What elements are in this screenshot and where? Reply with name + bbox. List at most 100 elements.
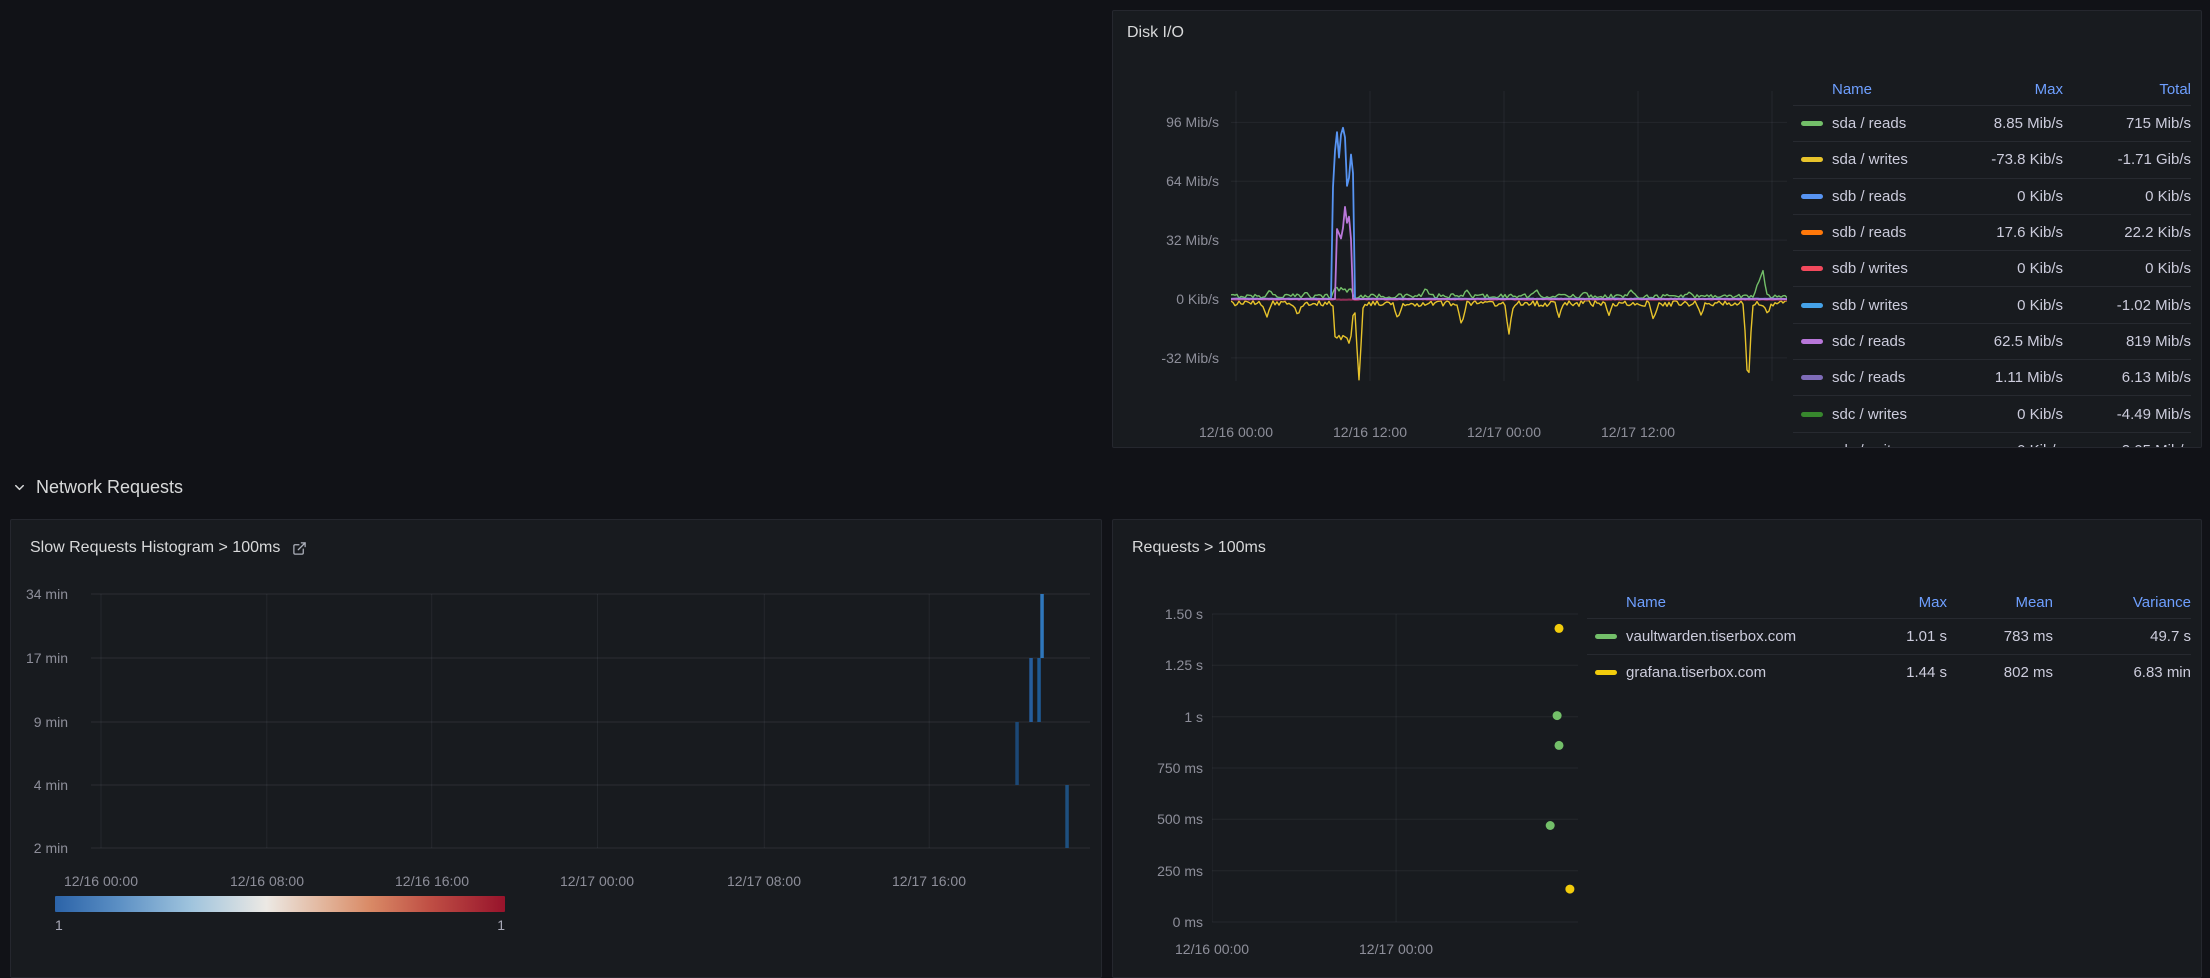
- series-color-swatch: [1801, 339, 1823, 344]
- legend-column-header[interactable]: Max: [1963, 81, 2063, 98]
- slow-requests-heatmap: [80, 586, 1101, 858]
- series-name[interactable]: sdc / reads: [1793, 333, 1963, 350]
- legend-row: sdb / reads17.6 Kib/s22.2 Kib/s: [1793, 214, 2191, 250]
- series-color-swatch: [1801, 303, 1823, 308]
- requests-legend: NameMaxMeanVariance vaultwarden.tiserbox.…: [1587, 586, 2191, 691]
- x-axis-tick-label: 12/17 00:00: [542, 872, 652, 890]
- y-axis-tick-label: 96 Mib/s: [1117, 113, 1219, 131]
- legend-value-variance: 6.83 min: [2053, 664, 2191, 681]
- x-axis-tick-label: 12/17 16:00: [874, 872, 984, 890]
- chevron-down-icon: [12, 480, 27, 495]
- row-toggle-network-requests[interactable]: Network Requests: [12, 470, 183, 504]
- y-axis-tick-label: 0 ms: [1113, 913, 1203, 931]
- scatter-point: [1555, 624, 1564, 633]
- series-color-swatch: [1801, 230, 1823, 235]
- series-name-label: grafana.tiserbox.com: [1626, 664, 1766, 681]
- series-name-label: sdb / reads: [1832, 224, 1906, 241]
- heatmap-cell: [1015, 722, 1019, 785]
- series-name[interactable]: sdb / writes: [1793, 297, 1963, 314]
- series-name-label: sdc / writes: [1832, 406, 1907, 423]
- legend-value-total: 819 Mib/s: [2063, 333, 2191, 350]
- series-name[interactable]: sdc / reads: [1793, 369, 1963, 386]
- series-name[interactable]: sda / writes: [1793, 151, 1963, 168]
- external-link-icon[interactable]: [292, 541, 307, 556]
- series-color-swatch: [1801, 412, 1823, 417]
- disk-io-legend: NameMaxTotalsda / reads8.85 Mib/s715 Mib…: [1793, 73, 2191, 448]
- series-name[interactable]: sdc / writes: [1793, 406, 1963, 423]
- series-line: [1231, 301, 1787, 380]
- color-scale-max: 1: [485, 917, 505, 933]
- series-name[interactable]: vaultwarden.tiserbox.com: [1587, 628, 1837, 645]
- panel-title-text: Requests > 100ms: [1132, 539, 1266, 557]
- legend-column-header[interactable]: Name: [1793, 81, 1963, 98]
- legend-row: sdc / reads1.11 Mib/s6.13 Mib/s: [1793, 359, 2191, 395]
- panel-title-slow-requests[interactable]: Slow Requests Histogram > 100ms: [30, 536, 307, 560]
- x-axis-tick-label: 12/17 00:00: [1341, 940, 1451, 958]
- grafana-dashboard: { "colors": { "background": "#111217", "…: [0, 0, 2210, 978]
- y-axis-tick-label: 1.25 s: [1113, 656, 1203, 674]
- panel-title-text: Disk I/O: [1127, 24, 1184, 42]
- series-color-swatch: [1801, 194, 1823, 199]
- panel-title-requests[interactable]: Requests > 100ms: [1132, 536, 1266, 560]
- legend-value-variance: 49.7 s: [2053, 628, 2191, 645]
- y-axis-tick-label: 17 min: [13, 649, 68, 667]
- legend-value-total: -1.02 Mib/s: [2063, 297, 2191, 314]
- legend-row: grafana.tiserbox.com1.44 s802 ms6.83 min: [1587, 654, 2191, 690]
- legend-value-total: -4.49 Mib/s: [2063, 406, 2191, 423]
- legend-column-header[interactable]: Name: [1587, 594, 1837, 611]
- legend-value-max: 1.11 Mib/s: [1963, 369, 2063, 386]
- y-axis-tick-label: -32 Mib/s: [1117, 349, 1219, 367]
- series-name[interactable]: sdb / reads: [1793, 224, 1963, 241]
- y-axis-tick-label: 0 Kib/s: [1117, 290, 1219, 308]
- x-axis-tick-label: 12/16 00:00: [1157, 940, 1267, 958]
- legend-value-max: 0 Kib/s: [1963, 442, 2063, 448]
- legend-column-header[interactable]: Total: [2063, 81, 2191, 98]
- series-name-label: sdb / reads: [1832, 188, 1906, 205]
- legend-value-total: -2.05 Mib/s: [2063, 442, 2191, 448]
- series-name[interactable]: sdb / writes: [1793, 260, 1963, 277]
- legend-value-max: -73.8 Kib/s: [1963, 151, 2063, 168]
- y-axis-tick-label: 500 ms: [1113, 810, 1203, 828]
- y-axis-tick-label: 4 min: [13, 776, 68, 794]
- series-name[interactable]: sdc / writes: [1793, 442, 1963, 448]
- legend-column-header[interactable]: Mean: [1947, 594, 2053, 611]
- x-axis-tick-label: 12/16 16:00: [377, 872, 487, 890]
- x-axis-tick-label: 12/16 00:00: [46, 872, 156, 890]
- series-name[interactable]: sda / reads: [1793, 115, 1963, 132]
- heatmap-cell: [1040, 594, 1044, 658]
- legend-column-header[interactable]: Variance: [2053, 594, 2191, 611]
- legend-value-max: 0 Kib/s: [1963, 406, 2063, 423]
- x-axis-tick-label: 12/17 12:00: [1583, 423, 1693, 441]
- series-name-label: sda / reads: [1832, 115, 1906, 132]
- series-name-label: sdc / reads: [1832, 333, 1905, 350]
- section-title: Network Requests: [36, 477, 183, 498]
- series-name[interactable]: grafana.tiserbox.com: [1587, 664, 1837, 681]
- series-name-label: sdb / writes: [1832, 260, 1908, 277]
- legend-column-header[interactable]: Max: [1837, 594, 1947, 611]
- x-axis-tick-label: 12/16 00:00: [1181, 423, 1291, 441]
- legend-row: sdc / reads 62.5 Mib/s819 Mib/s: [1793, 323, 2191, 359]
- series-name[interactable]: sdb / reads: [1793, 188, 1963, 205]
- x-axis-tick-label: 12/16 12:00: [1315, 423, 1425, 441]
- x-axis-tick-label: 12/17 00:00: [1449, 423, 1559, 441]
- legend-value-total: 0 Kib/s: [2063, 188, 2191, 205]
- legend-header-row: NameMaxMeanVariance: [1587, 586, 2191, 618]
- x-axis-tick-label: 12/16 08:00: [212, 872, 322, 890]
- series-name-label: vaultwarden.tiserbox.com: [1626, 628, 1796, 645]
- legend-row: sdc / writes0 Kib/s-2.05 Mib/s: [1793, 432, 2191, 448]
- color-scale-min: 1: [55, 917, 63, 933]
- legend-value-max: 62.5 Mib/s: [1963, 333, 2063, 350]
- heatmap-cell: [1065, 785, 1069, 848]
- legend-value-max: 8.85 Mib/s: [1963, 115, 2063, 132]
- legend-row: sda / reads8.85 Mib/s715 Mib/s: [1793, 105, 2191, 141]
- series-color-swatch: [1595, 670, 1617, 675]
- series-color-swatch: [1801, 266, 1823, 271]
- y-axis-tick-label: 250 ms: [1113, 862, 1203, 880]
- panel-title-disk-io[interactable]: Disk I/O: [1127, 21, 1184, 45]
- legend-row: sdb / writes0 Kib/s0 Kib/s: [1793, 250, 2191, 286]
- legend-value-total: -1.71 Gib/s: [2063, 151, 2191, 168]
- y-axis-tick-label: 2 min: [13, 839, 68, 857]
- y-axis-tick-label: 34 min: [13, 585, 68, 603]
- panel-title-text: Slow Requests Histogram > 100ms: [30, 539, 280, 557]
- y-axis-tick-label: 32 Mib/s: [1117, 231, 1219, 249]
